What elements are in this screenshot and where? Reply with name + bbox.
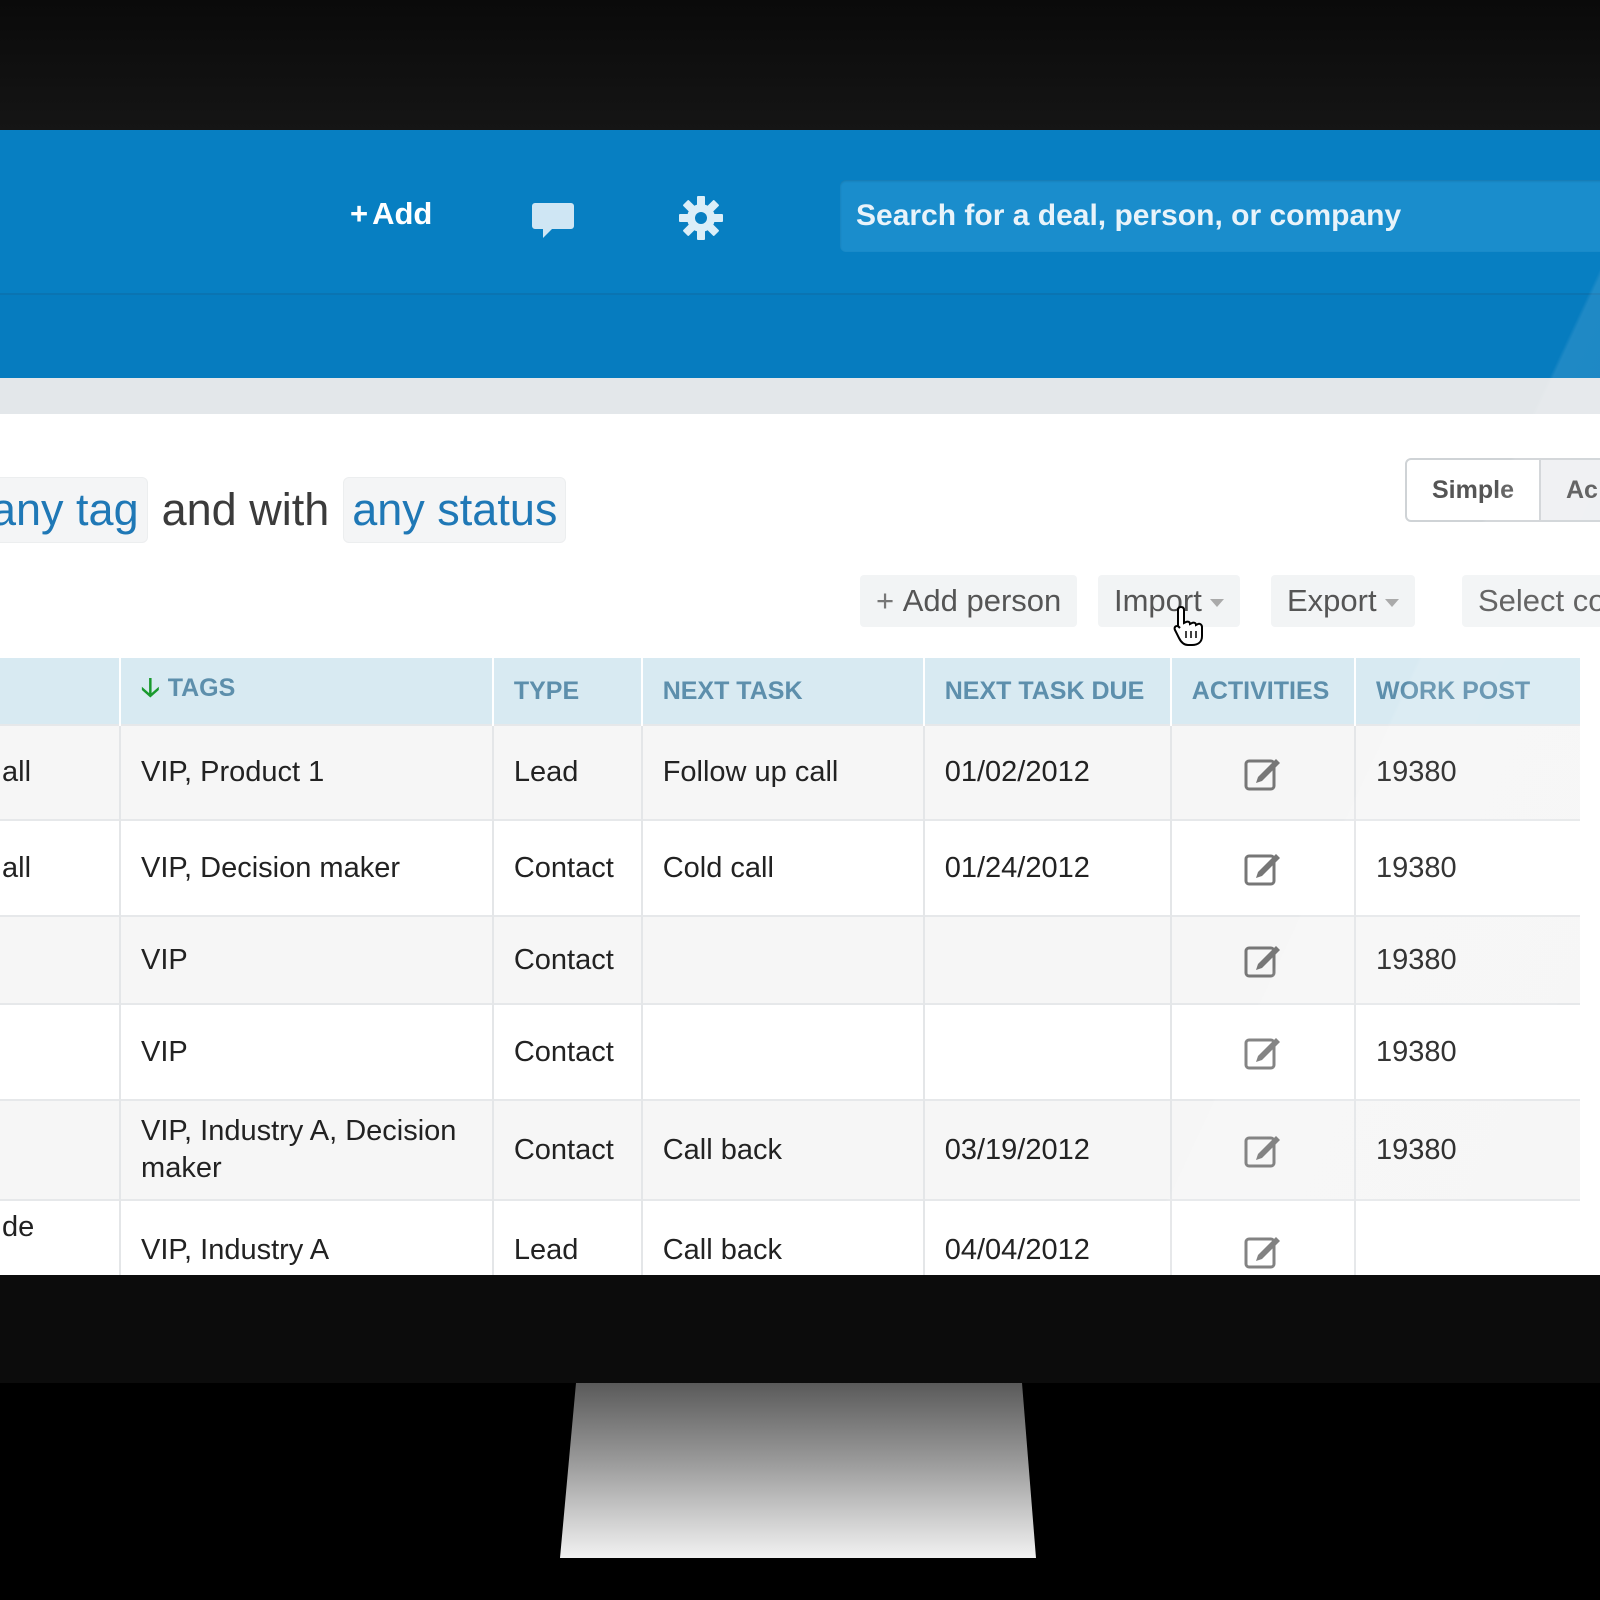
cell-next-task: [640, 915, 924, 1004]
table-row[interactable]: all VIP, Decision maker Contact Cold cal…: [0, 819, 1580, 916]
hand-pointer-icon: [1173, 605, 1203, 646]
filter-sentence: any tag and with any status: [0, 470, 567, 550]
people-table: 🡣 TAGS TYPE NEXT TASK NEXT TASK DUE ACTIV…: [0, 658, 1580, 1275]
cell-type: Contact: [491, 915, 642, 1004]
column-header-next-task-due[interactable]: NEXT TASK DUE: [922, 658, 1171, 725]
plus-icon: +: [350, 196, 369, 231]
monitor-stand: [560, 1383, 1036, 1558]
table-row[interactable]: all VIP, Product 1 Lead Follow up call 0…: [0, 724, 1580, 820]
cell-tags: VIP, Decision maker: [119, 819, 493, 916]
cell-type: Lead: [491, 724, 642, 820]
add-person-label: Add person: [902, 583, 1062, 618]
secondary-navigation-bar: [0, 295, 1600, 378]
cell-prev: all: [0, 724, 121, 820]
cell-prev: [0, 1099, 121, 1200]
monitor-bezel-bottom: [0, 1275, 1600, 1383]
edit-icon[interactable]: [1243, 848, 1283, 888]
cell-next-task-due: [922, 1003, 1171, 1100]
cell-next-task-due: 01/02/2012: [922, 724, 1171, 820]
column-header-tags[interactable]: 🡣 TAGS: [119, 658, 493, 725]
column-header-name[interactable]: [0, 658, 121, 725]
status-filter-chip[interactable]: any status: [343, 477, 567, 543]
cell-tags: VIP, Product 1: [119, 724, 493, 820]
cell-next-task-due: 03/19/2012: [922, 1099, 1171, 1200]
gear-icon[interactable]: [677, 194, 725, 242]
cell-prev: [0, 1003, 121, 1100]
cell-work-postal: 19380: [1353, 1003, 1580, 1100]
export-label: Export: [1287, 583, 1377, 618]
column-header-work-postal[interactable]: WORK POST: [1353, 658, 1580, 725]
edit-icon[interactable]: [1243, 1231, 1283, 1271]
cell-next-task: Follow up call: [640, 724, 924, 820]
add-button-label: Add: [372, 196, 433, 231]
search-box[interactable]: [840, 180, 1600, 252]
cell-work-postal: 19380: [1353, 724, 1580, 820]
cell-next-task-due: 04/04/2012: [922, 1199, 1171, 1275]
cell-type: Lead: [491, 1199, 642, 1275]
top-navigation-bar: + Add: [0, 130, 1600, 295]
section-divider: [0, 378, 1600, 414]
table-row[interactable]: VIP Contact 19380: [0, 915, 1580, 1004]
cell-activities: [1169, 1099, 1355, 1200]
tag-filter-chip[interactable]: any tag: [0, 477, 148, 543]
cell-work-postal: 19380: [1353, 1099, 1580, 1200]
add-person-button[interactable]: + Add person: [860, 575, 1078, 627]
cell-tags: VIP, Industry A: [119, 1199, 493, 1275]
chevron-down-icon: [1384, 598, 1399, 607]
column-header-activities[interactable]: ACTIVITIES: [1169, 658, 1355, 725]
cell-type: Contact: [491, 1099, 642, 1200]
cell-activities: [1169, 819, 1355, 916]
arrow-down-icon: 🡣: [141, 672, 160, 702]
select-columns-button[interactable]: Select co: [1462, 575, 1600, 627]
search-input[interactable]: [840, 180, 1600, 252]
cell-tags: VIP: [119, 1003, 493, 1100]
filter-connector-text: and with: [161, 484, 330, 535]
cell-type: Contact: [491, 1003, 642, 1100]
cell-work-postal: 19380: [1353, 819, 1580, 916]
edit-icon[interactable]: [1243, 1032, 1283, 1072]
simple-view-button[interactable]: Simple: [1407, 460, 1541, 520]
cell-prev: all: [0, 819, 121, 916]
cell-prev: de: [0, 1199, 121, 1275]
column-header-type[interactable]: TYPE: [491, 658, 642, 725]
chat-bubble-icon[interactable]: [530, 200, 576, 242]
cell-work-postal: [1353, 1199, 1580, 1275]
cell-work-postal: 19380: [1353, 915, 1580, 1004]
select-columns-label: Select co: [1478, 583, 1600, 618]
cell-next-task-due: [922, 915, 1171, 1004]
cell-activities: [1169, 1199, 1355, 1275]
cell-next-task-due: 01/24/2012: [922, 819, 1171, 916]
plus-icon: +: [876, 583, 895, 618]
cell-type: Contact: [491, 819, 642, 916]
add-button[interactable]: + Add: [350, 196, 432, 232]
table-row[interactable]: VIP Contact 19380: [0, 1003, 1580, 1100]
cell-next-task: Call back: [640, 1099, 924, 1200]
cell-activities: [1169, 915, 1355, 1004]
screen: +Add any tag and with: [0, 130, 1600, 1275]
column-header-next-task[interactable]: NEXT TASK: [640, 658, 924, 725]
cell-prev: [0, 915, 121, 1004]
cell-activities: [1169, 1003, 1355, 1100]
cell-tags: VIP: [119, 915, 493, 1004]
export-dropdown[interactable]: Export: [1271, 575, 1415, 627]
chevron-down-icon: [1209, 598, 1224, 607]
cell-next-task: Cold call: [640, 819, 924, 916]
edit-icon[interactable]: [1243, 940, 1283, 980]
advanced-view-button[interactable]: Ac: [1540, 460, 1600, 520]
edit-icon[interactable]: [1243, 1130, 1283, 1170]
table-row[interactable]: VIP, Industry A, Decision maker Contact …: [0, 1099, 1580, 1200]
table-row[interactable]: de VIP, Industry A Lead Call back 04/04/…: [0, 1199, 1580, 1275]
monitor-bezel-top: [0, 0, 1600, 130]
cell-tags: VIP, Industry A, Decision maker: [119, 1099, 493, 1200]
cell-next-task: Call back: [640, 1199, 924, 1275]
view-mode-toggle: Simple Ac: [1405, 458, 1600, 522]
cell-next-task: [640, 1003, 924, 1100]
cell-activities: [1169, 724, 1355, 820]
edit-icon[interactable]: [1243, 753, 1283, 793]
import-dropdown[interactable]: Import: [1098, 575, 1240, 627]
table-header-row: 🡣 TAGS TYPE NEXT TASK NEXT TASK DUE ACTIV…: [0, 658, 1580, 725]
